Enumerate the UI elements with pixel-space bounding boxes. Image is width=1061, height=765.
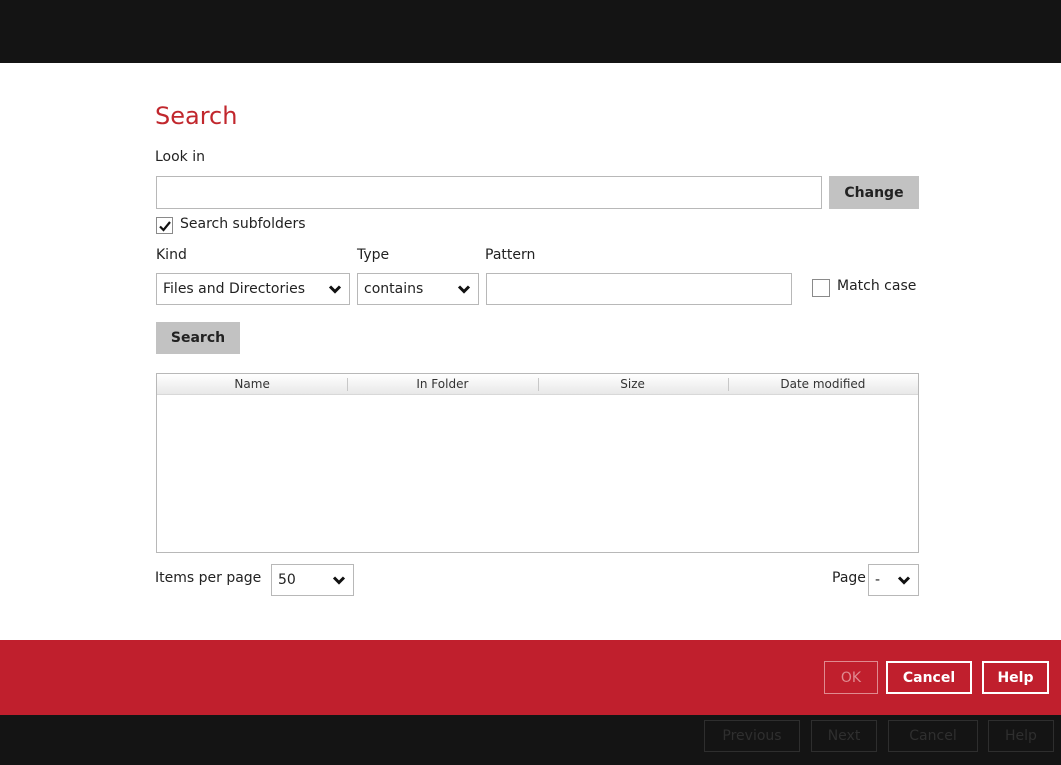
background-previous-button: Previous xyxy=(704,720,800,752)
look-in-label: Look in xyxy=(155,149,206,165)
page-label: Page xyxy=(832,570,866,586)
page-title: Search xyxy=(155,102,238,130)
search-subfolders-label: Search subfolders xyxy=(180,216,306,232)
help-button[interactable]: Help xyxy=(982,661,1049,694)
search-subfolders-checkbox[interactable] xyxy=(156,217,173,234)
background-cancel-button: Cancel xyxy=(888,720,978,752)
background-next-button: Next xyxy=(811,720,877,752)
column-header-name[interactable]: Name xyxy=(157,374,347,394)
match-case-checkbox[interactable] xyxy=(812,279,830,297)
chevron-down-icon xyxy=(332,576,346,585)
pattern-input[interactable] xyxy=(487,274,791,304)
chevron-down-icon xyxy=(328,285,342,294)
type-select-value: contains xyxy=(364,281,424,297)
items-per-page-select[interactable]: 50 xyxy=(271,564,354,596)
page-select-value: - xyxy=(875,572,881,588)
search-dialog-window: Search Look in Change Search subfolders … xyxy=(0,0,1061,765)
items-per-page-value: 50 xyxy=(278,572,296,588)
match-case-label: Match case xyxy=(837,278,917,294)
pattern-label: Pattern xyxy=(485,247,536,263)
items-per-page-label: Items per page xyxy=(155,570,262,586)
type-select[interactable]: contains xyxy=(357,273,479,305)
look-in-input[interactable] xyxy=(157,177,821,208)
kind-label: Kind xyxy=(156,247,187,263)
page-select[interactable]: - xyxy=(868,564,919,596)
background-help-button: Help xyxy=(988,720,1054,752)
column-header-date-modified[interactable]: Date modified xyxy=(727,374,918,394)
ok-button[interactable]: OK xyxy=(824,661,878,694)
type-label: Type xyxy=(357,247,390,263)
cancel-button[interactable]: Cancel xyxy=(886,661,972,694)
results-table-header: Name In Folder Size Date modified xyxy=(157,374,918,395)
pattern-field[interactable] xyxy=(486,273,792,305)
chevron-down-icon xyxy=(457,285,471,294)
chevron-down-icon xyxy=(897,576,911,585)
look-in-field[interactable] xyxy=(156,176,822,209)
kind-select-value: Files and Directories xyxy=(163,281,305,297)
column-header-size[interactable]: Size xyxy=(537,374,728,394)
column-header-in-folder[interactable]: In Folder xyxy=(347,374,537,394)
checkmark-icon xyxy=(158,220,171,232)
results-table[interactable]: Name In Folder Size Date modified xyxy=(156,373,919,553)
search-button[interactable]: Search xyxy=(156,322,240,354)
top-dark-bar xyxy=(0,0,1061,63)
kind-select[interactable]: Files and Directories xyxy=(156,273,350,305)
change-button[interactable]: Change xyxy=(829,176,919,209)
